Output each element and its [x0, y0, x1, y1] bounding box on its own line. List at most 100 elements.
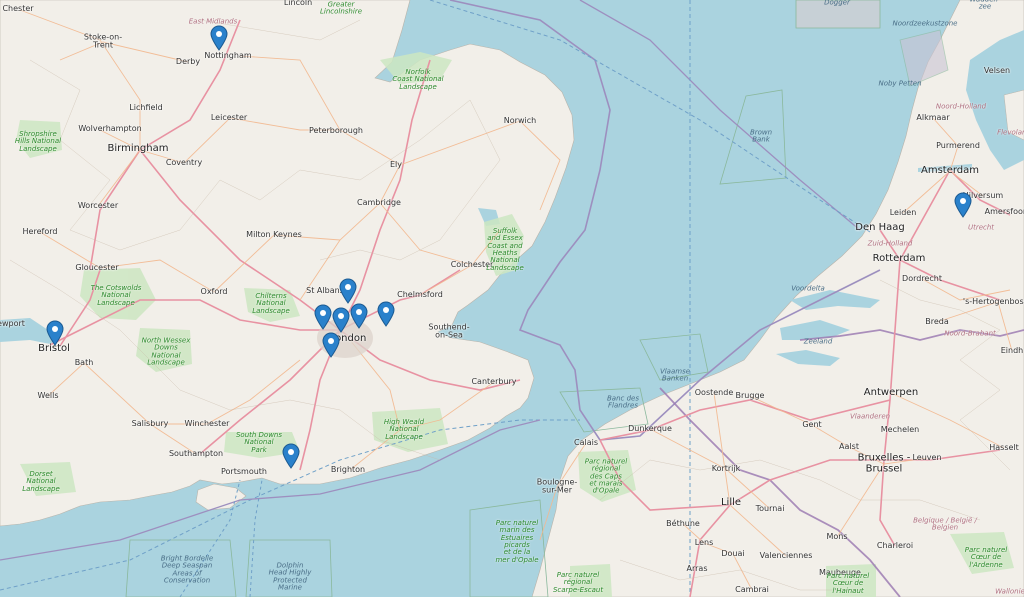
city-label: Derby: [175, 56, 201, 66]
city-label: Douai: [721, 548, 745, 558]
city-label: Southend- on-Sea: [428, 322, 470, 340]
map-pin-icon[interactable]: [46, 320, 64, 346]
city-label: Worcester: [77, 200, 119, 210]
city-label: Purmerend: [936, 140, 980, 150]
city-label: Leiden: [889, 207, 917, 217]
city-label: Eindh: [1000, 345, 1024, 355]
city-label: Lincoln: [283, 0, 313, 7]
city-label: Leicester: [210, 112, 248, 122]
city-label: Den Haag: [855, 221, 905, 233]
city-label: Oostende: [694, 387, 734, 397]
map-pin-icon[interactable]: [322, 332, 340, 358]
sea-label: Wadden- zee: [970, 0, 1001, 11]
region-label: Noord-Brabant: [944, 329, 996, 338]
sea-label: Noby Petten: [878, 79, 922, 88]
city-label: Charleroi: [876, 540, 914, 550]
sea-label: Dolphin Head Highly Protected Marine: [268, 561, 312, 592]
city-label: Breda: [925, 316, 949, 326]
sea-label: Voordelta: [791, 284, 825, 293]
map-pin-icon[interactable]: [350, 303, 368, 329]
sea-label: Noordzeekustzone: [892, 19, 958, 28]
city-label: Antwerpen: [863, 386, 919, 398]
city-label: Béthune: [666, 518, 700, 528]
map-pin-icon[interactable]: [332, 307, 350, 333]
city-label: Southampton: [168, 448, 224, 458]
sea-label: Bright Bordelle Deep Seaspan Areas of Co…: [160, 554, 214, 585]
city-label: Velsen: [983, 65, 1011, 75]
park-label: Dorset National Landscape: [22, 469, 60, 493]
region-label: Wallonie: [995, 587, 1024, 596]
city-label: Tournai: [755, 503, 785, 513]
city-label: Amersfoort: [984, 206, 1024, 216]
city-label: Lille: [720, 496, 742, 508]
city-label: Newport: [0, 318, 25, 328]
map-pin-icon[interactable]: [210, 25, 228, 51]
city-label: Brighton: [330, 464, 366, 474]
city-label: Boulogne- sur-Mer: [536, 477, 578, 495]
park-label: Parc naturel régional Scarpe-Escaut: [552, 570, 604, 594]
map-pin-icon[interactable]: [377, 301, 395, 327]
city-label: Wolverhampton: [78, 123, 142, 133]
city-label: Milton Keynes: [246, 229, 302, 239]
city-label: Coventry: [165, 157, 203, 167]
city-label: Cambrai: [735, 584, 769, 594]
park-label: Parc naturel Cœur de l'Ardenne: [964, 545, 1008, 569]
city-label: Oxford: [200, 286, 228, 296]
park-label: Greater Lincolnshire: [319, 0, 363, 16]
city-label: Mons: [826, 531, 848, 541]
city-label: Aalst: [839, 441, 859, 451]
city-label: Nottingham: [204, 50, 252, 60]
city-label: Salisbury: [131, 418, 169, 428]
city-label: 's-Hertogenbosch: [962, 296, 1024, 306]
city-label: Peterborough: [308, 125, 364, 135]
region-label: Utrecht: [967, 223, 995, 232]
sea-label: Dogger: [824, 0, 850, 7]
sea-label: Vlaamse Banken: [659, 367, 691, 383]
city-label: Lichfield: [129, 102, 163, 112]
region-label: Belgique / België / Belgien: [913, 516, 977, 532]
region-label: Vlaanderen: [849, 412, 891, 421]
map-pin-icon[interactable]: [282, 443, 300, 469]
city-label: Lens: [694, 537, 714, 547]
city-label: Kortrijk: [711, 463, 741, 473]
city-label: Bruxelles - Brussel: [857, 452, 911, 474]
sea-label: Brown Bank: [749, 128, 773, 144]
map-base-layer: [0, 0, 1024, 597]
city-label: Winchester: [184, 418, 230, 428]
city-label: Leuven: [912, 452, 942, 462]
city-label: Arras: [686, 563, 708, 573]
city-label: Birmingham: [107, 142, 169, 154]
park-label: High Weald National Landscape: [383, 417, 425, 441]
city-label: Ely: [389, 159, 403, 169]
park-label: Norfolk Coast National Landscape: [392, 67, 444, 91]
city-label: Canterbury: [471, 376, 517, 386]
city-label: Chester: [2, 3, 34, 13]
map-pin-icon[interactable]: [339, 278, 357, 304]
park-label: Shropshire Hills National Landscape: [14, 129, 62, 153]
city-label: Norwich: [503, 115, 537, 125]
city-label: Amsterdam: [920, 164, 980, 176]
city-label: Rotterdam: [872, 252, 926, 264]
city-label: Hasselt: [989, 442, 1019, 452]
park-label: Chilterns National Landscape: [252, 291, 290, 315]
city-label: Gent: [802, 419, 822, 429]
park-label: The Cotswolds National Landscape: [90, 283, 142, 307]
city-label: Valenciennes: [759, 550, 813, 560]
city-label: Portsmouth: [221, 466, 267, 476]
city-label: Dordrecht: [902, 273, 942, 283]
city-label: Dunkerque: [628, 423, 672, 433]
city-label: Brugge: [735, 390, 765, 400]
map-pin-icon[interactable]: [954, 192, 972, 218]
park-label: Parc naturel Cœur de l'Hainaut: [826, 571, 870, 595]
region-label: Noord-Holland: [935, 102, 987, 111]
city-label: Stoke-on- Trent: [83, 32, 123, 50]
region-label: Zuid-Holland: [867, 239, 913, 248]
city-label: Bath: [74, 357, 94, 367]
city-label: Calais: [573, 437, 599, 447]
park-label: North Wessex Downs National Landscape: [141, 336, 191, 367]
park-label: Parc naturel marin des Estuaires picards…: [495, 518, 539, 564]
map-pin-icon[interactable]: [314, 304, 332, 330]
map-viewport[interactable]: Chester Lincoln Stoke-on- Trent Derby Nottin…: [0, 0, 1024, 597]
city-label: Hereford: [22, 226, 58, 236]
city-label: Alkmaar: [916, 112, 950, 122]
